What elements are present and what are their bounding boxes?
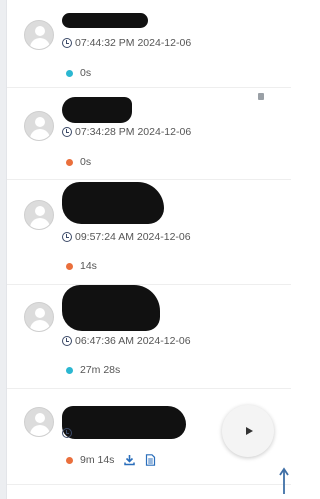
play-icon [245, 427, 253, 435]
status-dot [66, 158, 73, 166]
timestamp: 07:44:32 PM 2024-12-06 [62, 36, 191, 50]
duration-text: 9m 14s [80, 454, 115, 466]
timestamp: 06:47:36 AM 2024-12-06 [62, 334, 191, 348]
duration-text: 0s [80, 67, 92, 79]
timestamp: 09:57:24 AM 2024-12-06 [62, 230, 191, 244]
list-item[interactable]: 06:47:36 AM 2024-12-06 27m 28s [7, 285, 291, 389]
duration: 14s [66, 259, 97, 273]
timestamp-text: 09:57:24 AM 2024-12-06 [75, 231, 191, 243]
list-item[interactable]: 07:34:28 PM 2024-12-06 0s [7, 88, 291, 180]
avatar [24, 20, 54, 50]
timestamp: 07:34:28 PM 2024-12-06 [62, 125, 191, 139]
avatar [24, 407, 54, 437]
redacted-name [62, 13, 148, 28]
list-item[interactable]: 07:44:32 PM 2024-12-06 0s [7, 0, 291, 88]
status-dot [66, 366, 73, 374]
avatar [24, 111, 54, 141]
timestamp-text: 07:44:32 PM 2024-12-06 [75, 37, 192, 49]
duration-text: 27m 28s [80, 364, 121, 376]
duration-text: 0s [80, 156, 92, 168]
status-dot [66, 262, 73, 270]
redacted-name [62, 97, 132, 123]
clock-icon [62, 127, 72, 137]
play-button[interactable] [222, 405, 274, 457]
duration: 0s [66, 155, 91, 169]
timestamp [62, 426, 75, 440]
status-dot [66, 69, 73, 77]
download-icon[interactable] [124, 454, 136, 466]
avatar [24, 200, 54, 230]
duration: 0s [66, 66, 91, 80]
duration: 27m 28s [66, 363, 120, 377]
overflow-menu-icon[interactable] [258, 93, 264, 100]
document-icon[interactable] [145, 454, 156, 466]
clock-icon [62, 232, 72, 242]
redacted-name [62, 285, 160, 331]
status-dot [66, 456, 73, 464]
arrow-up-icon [279, 467, 289, 494]
list-item[interactable]: 09:57:24 AM 2024-12-06 14s [7, 180, 291, 285]
scroll-to-top-button[interactable] [278, 467, 290, 495]
duration: 9m 14s [66, 453, 156, 467]
clock-icon [62, 38, 72, 48]
list-item[interactable] [7, 485, 291, 499]
duration-text: 14s [80, 260, 97, 272]
timestamp-text: 07:34:28 PM 2024-12-06 [75, 126, 192, 138]
redacted-name [62, 182, 164, 224]
timestamp-text: 06:47:36 AM 2024-12-06 [75, 335, 191, 347]
clock-icon [62, 336, 72, 346]
clock-icon [62, 428, 72, 438]
avatar [24, 302, 54, 332]
redacted-name [62, 406, 186, 439]
left-rail [0, 0, 7, 499]
